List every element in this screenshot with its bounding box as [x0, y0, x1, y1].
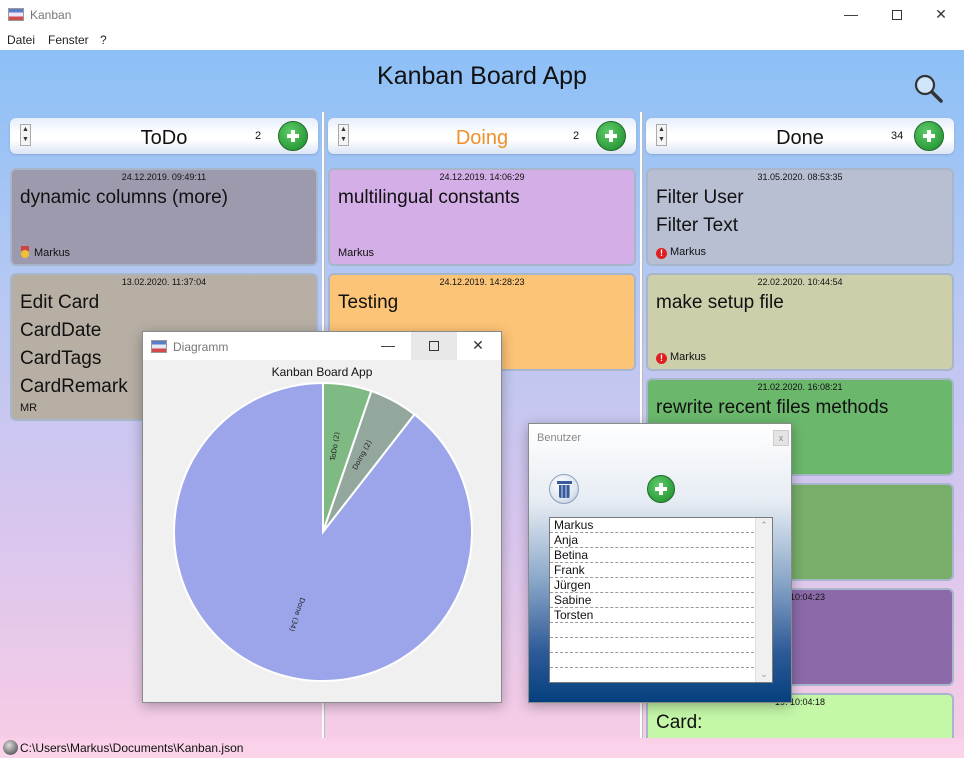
user-list-scrollbar[interactable]: ⌃ ⌄	[755, 518, 772, 682]
card-date: 21.02.2020. 16:08:21	[757, 382, 843, 392]
user-list-item[interactable]: Frank	[550, 563, 754, 578]
user-list-item[interactable]: Jürgen	[550, 578, 754, 593]
user-list-item[interactable]	[550, 668, 754, 682]
column-header-0: ▲ ▼ ToDo 2	[10, 118, 318, 154]
card-user: ! Markus	[656, 351, 706, 364]
medal-icon	[20, 246, 30, 258]
card-text-line: CardDate	[20, 320, 102, 341]
users-close-button[interactable]: x	[773, 430, 789, 446]
scroll-down-icon[interactable]: ⌄	[756, 669, 772, 680]
app-icon	[8, 8, 24, 21]
search-icon[interactable]	[912, 72, 944, 104]
menu-help[interactable]: ?	[100, 33, 107, 47]
card-text-line: Filter Text	[656, 215, 739, 236]
user-list-item[interactable]	[550, 638, 754, 653]
card-user: ! Markus	[656, 246, 706, 259]
card-user: MR	[20, 402, 37, 414]
card-text-line: Testing	[338, 292, 399, 313]
card-text: multilingual constants	[338, 184, 520, 212]
column-header-2: ▲ ▼ Done 34	[646, 118, 954, 154]
warning-icon: !	[656, 353, 667, 364]
add-user-button[interactable]	[647, 475, 675, 503]
card-text: Testing	[338, 289, 398, 317]
card-date: 22.02.2020. 10:44:54	[757, 277, 843, 287]
user-list-item[interactable]: Anja	[550, 533, 754, 548]
column-count: 34	[891, 130, 904, 142]
card-user-name: Markus	[338, 247, 375, 259]
kanban-card[interactable]: 24.12.2019. 09:49:11 dynamic columns (mor…	[10, 168, 318, 266]
card-text-line: CardRemark	[20, 376, 128, 397]
card-text: make setup file	[656, 289, 784, 317]
menu-fenster[interactable]: Fenster	[48, 33, 89, 47]
card-text-line: make setup file	[656, 292, 784, 313]
users-window: Benutzer x Markus Anja Betina Frank Jürgen Sa…	[528, 423, 792, 703]
users-window-title: Benutzer	[537, 432, 582, 444]
card-text-line: multilingual constants	[338, 187, 520, 208]
card-text-line: CardTags	[20, 348, 102, 369]
close-button[interactable]: ✕	[918, 0, 964, 30]
kanban-card[interactable]: 31.05.2020. 08:53:35 Filter User Filter Te…	[646, 168, 954, 266]
card-date: 24.12.2019. 09:49:11	[121, 172, 207, 182]
card-text-line: Filter User	[656, 187, 744, 208]
card-text: Edit Card CardDate CardTags CardRemark	[20, 289, 128, 401]
user-list-item[interactable]: Betina	[550, 548, 754, 563]
kanban-card[interactable]: 22.02.2020. 10:44:54 make setup file! Mark…	[646, 273, 954, 371]
column-count: 2	[573, 130, 580, 142]
card-text: rewrite recent files methods	[656, 394, 888, 422]
trash-icon[interactable]	[549, 474, 579, 504]
maximize-icon	[892, 10, 902, 21]
pie-slice-2	[173, 381, 473, 682]
kanban-card[interactable]: 24.12.2019. 14:06:29 multilingual constan…	[328, 168, 636, 266]
user-list-item[interactable]	[550, 653, 754, 668]
column-title: Done	[776, 127, 824, 149]
file-path: C:\Users\Markus\Documents\Kanban.json	[20, 741, 244, 755]
minimize-button[interactable]: —	[828, 0, 874, 30]
user-list-item[interactable]: Torsten	[550, 608, 754, 623]
board-title: Kanban Board App	[377, 62, 587, 90]
scroll-up-icon[interactable]: ⌃	[756, 520, 772, 531]
card-text-line: rewrite recent files methods	[656, 397, 889, 418]
menu-bar: Datei Fenster ?	[0, 30, 964, 50]
card-user: Markus	[338, 247, 374, 259]
card-text-line: Edit Card	[20, 292, 100, 313]
card-user: Markus	[20, 246, 70, 259]
user-list-item[interactable]: Markus	[550, 518, 754, 533]
user-list-item[interactable]: Sabine	[550, 593, 754, 608]
card-date: 13.02.2020. 11:37:04	[121, 277, 207, 287]
column-title: ToDo	[140, 127, 188, 149]
card-text: dynamic columns (more)	[20, 184, 228, 212]
card-date: 24.12.2019. 14:06:29	[439, 172, 525, 182]
card-user-name: Markus	[670, 351, 707, 363]
card-user-name: Markus	[670, 246, 707, 258]
card-text-line: Card:	[656, 712, 703, 733]
warning-icon: !	[656, 248, 667, 259]
card-date: 31.05.2020. 08:53:35	[757, 172, 843, 182]
pie-chart: ToDo (2) Doing (2)Done (34)	[173, 381, 473, 682]
card-text: Card:	[656, 709, 702, 737]
add-card-button[interactable]	[596, 121, 626, 151]
card-user-name: Markus	[34, 247, 71, 259]
column-title: Doing	[455, 127, 509, 149]
add-card-button[interactable]	[914, 121, 944, 151]
column-count: 2	[255, 130, 262, 142]
card-date: 24.12.2019. 14:28:23	[439, 277, 525, 287]
column-header-1: ▲ ▼ Doing 2	[328, 118, 636, 154]
user-list[interactable]: Markus Anja Betina Frank Jürgen Sabine Torsten…	[549, 517, 773, 683]
title-bar: Kanban — ✕	[0, 0, 964, 30]
card-text-line: dynamic columns (more)	[20, 187, 228, 208]
card-text: Filter User Filter Text	[656, 184, 744, 240]
window-title: Kanban	[30, 8, 72, 22]
maximize-button[interactable]	[874, 0, 920, 30]
user-list-item[interactable]	[550, 623, 754, 638]
disk-icon	[3, 740, 18, 755]
add-card-button[interactable]	[278, 121, 308, 151]
menu-datei[interactable]: Datei	[7, 33, 35, 47]
status-bar: C:\Users\Markus\Documents\Kanban.json	[0, 738, 964, 758]
card-user-name: MR	[20, 402, 38, 414]
diagram-window: Diagramm — ✕ Kanban Board App ToDo (2) Do…	[142, 331, 502, 703]
